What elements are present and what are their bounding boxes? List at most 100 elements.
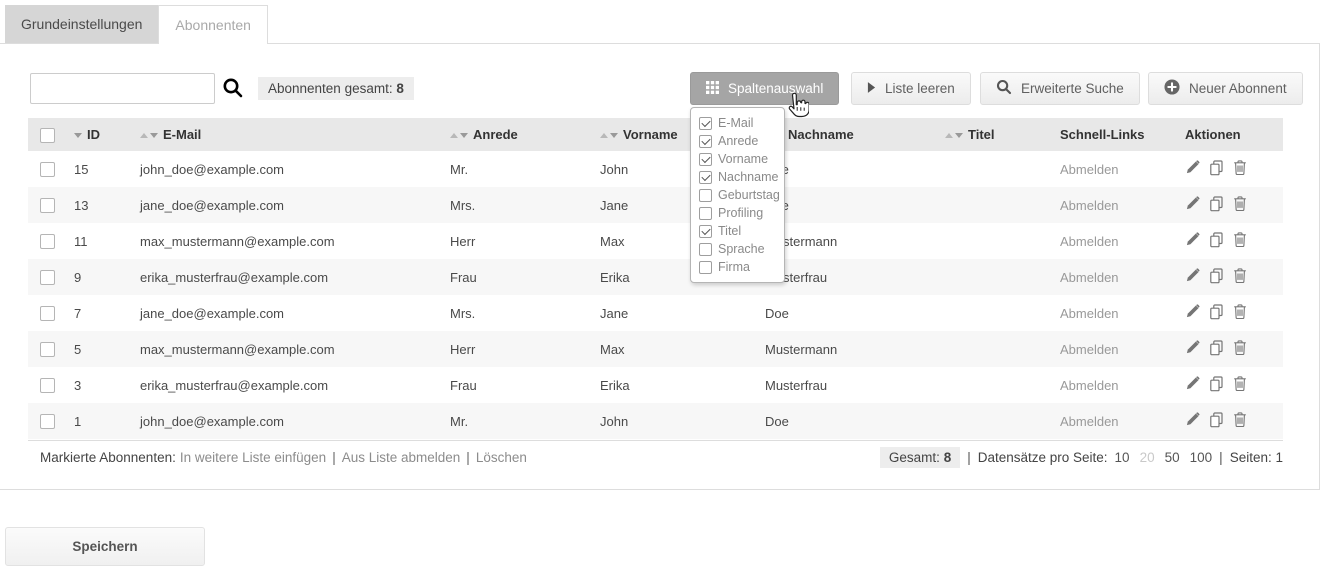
row-anrede: Frau: [438, 259, 588, 295]
abmelden-link[interactable]: Abmelden: [1060, 198, 1119, 213]
copy-icon[interactable]: [1209, 412, 1224, 431]
row-checkbox[interactable]: [40, 270, 55, 285]
abmelden-link[interactable]: Abmelden: [1060, 414, 1119, 429]
row-titel: [933, 331, 1048, 367]
copy-icon[interactable]: [1209, 160, 1224, 179]
spaltenauswahl-button[interactable]: Spaltenauswahl: [690, 72, 839, 105]
edit-icon[interactable]: [1185, 268, 1200, 286]
column-option-sprache[interactable]: Sprache: [691, 240, 784, 258]
row-quick-links: Abmelden: [1048, 403, 1173, 439]
selection-action-link[interactable]: Aus Liste abmelden: [342, 450, 461, 465]
button-label: Spaltenauswahl: [728, 81, 823, 96]
delete-icon[interactable]: [1233, 412, 1247, 431]
delete-icon[interactable]: [1233, 340, 1247, 359]
row-checkbox[interactable]: [40, 234, 55, 249]
row-checkbox[interactable]: [40, 378, 55, 393]
edit-icon[interactable]: [1185, 304, 1200, 322]
liste-leeren-button[interactable]: Liste leeren: [851, 72, 971, 105]
column-header-email[interactable]: E-Mail: [128, 118, 438, 151]
copy-icon[interactable]: [1209, 196, 1224, 215]
copy-icon[interactable]: [1209, 232, 1224, 251]
column-option-titel[interactable]: Titel: [691, 222, 784, 240]
search-input[interactable]: [30, 73, 215, 104]
row-select-cell: [28, 295, 62, 331]
per-page-option[interactable]: 10: [1115, 450, 1130, 465]
select-all-checkbox[interactable]: [40, 128, 55, 143]
edit-icon[interactable]: [1185, 196, 1200, 214]
edit-icon[interactable]: [1185, 232, 1200, 250]
column-option-anrede[interactable]: Anrede: [691, 132, 784, 150]
delete-icon[interactable]: [1233, 196, 1247, 215]
search-icon[interactable]: [222, 77, 244, 102]
abmelden-link[interactable]: Abmelden: [1060, 270, 1119, 285]
row-checkbox[interactable]: [40, 162, 55, 177]
checked-checkbox[interactable]: [699, 225, 712, 238]
selection-action-link[interactable]: Löschen: [476, 450, 527, 465]
copy-icon[interactable]: [1209, 268, 1224, 287]
select-all-header: [28, 118, 62, 151]
separator: |: [332, 450, 336, 465]
column-option-email[interactable]: E-Mail: [691, 114, 784, 132]
delete-icon[interactable]: [1233, 376, 1247, 395]
unchecked-checkbox[interactable]: [699, 261, 712, 274]
row-anrede: Mrs.: [438, 187, 588, 223]
unchecked-checkbox[interactable]: [699, 207, 712, 220]
per-page-option[interactable]: 100: [1190, 450, 1213, 465]
column-option-geburtstag[interactable]: Geburtstag: [691, 186, 784, 204]
row-anrede: Mrs.: [438, 295, 588, 331]
abmelden-link[interactable]: Abmelden: [1060, 342, 1119, 357]
tab-grundeinstellungen[interactable]: Grundeinstellungen: [5, 5, 158, 43]
delete-icon[interactable]: [1233, 160, 1247, 179]
checked-checkbox[interactable]: [699, 171, 712, 184]
erweiterte-suche-button[interactable]: Erweiterte Suche: [980, 72, 1140, 105]
edit-icon[interactable]: [1185, 376, 1200, 394]
selection-action-link[interactable]: In weitere Liste einfügen: [180, 450, 326, 465]
tab-abonnenten[interactable]: Abonnenten: [158, 5, 268, 44]
checked-checkbox[interactable]: [699, 117, 712, 130]
abmelden-link[interactable]: Abmelden: [1060, 162, 1119, 177]
row-titel: [933, 223, 1048, 259]
abmelden-link[interactable]: Abmelden: [1060, 234, 1119, 249]
delete-icon[interactable]: [1233, 304, 1247, 323]
edit-icon[interactable]: [1185, 160, 1200, 178]
delete-icon[interactable]: [1233, 268, 1247, 287]
abmelden-link[interactable]: Abmelden: [1060, 306, 1119, 321]
table-row: 7jane_doe@example.comMrs.JaneDoeAbmelden: [28, 295, 1283, 331]
checked-checkbox[interactable]: [699, 153, 712, 166]
row-select-cell: [28, 223, 62, 259]
column-option-label: Geburtstag: [718, 188, 780, 202]
column-option-vorname[interactable]: Vorname: [691, 150, 784, 168]
row-titel: [933, 187, 1048, 223]
row-titel: [933, 367, 1048, 403]
edit-icon[interactable]: [1185, 412, 1200, 430]
row-checkbox[interactable]: [40, 306, 55, 321]
column-header-anrede[interactable]: Anrede: [438, 118, 588, 151]
delete-icon[interactable]: [1233, 232, 1247, 251]
table-row: 13jane_doe@example.comMrs.JaneDoeAbmelde…: [28, 187, 1283, 223]
unchecked-checkbox[interactable]: [699, 189, 712, 202]
copy-icon[interactable]: [1209, 340, 1224, 359]
unchecked-checkbox[interactable]: [699, 243, 712, 256]
row-checkbox[interactable]: [40, 342, 55, 357]
column-option-profiling[interactable]: Profiling: [691, 204, 784, 222]
per-page-option[interactable]: 50: [1165, 450, 1180, 465]
grid-icon: [706, 81, 719, 97]
edit-icon[interactable]: [1185, 340, 1200, 358]
column-option-nachname[interactable]: Nachname: [691, 168, 784, 186]
save-button[interactable]: Speichern: [5, 527, 205, 566]
row-titel: [933, 295, 1048, 331]
row-quick-links: Abmelden: [1048, 223, 1173, 259]
selection-action-bar: Markierte Abonnenten:In weitere Liste ei…: [40, 450, 527, 465]
column-option-firma[interactable]: Firma: [691, 258, 784, 276]
row-id: 15: [62, 151, 128, 187]
abmelden-link[interactable]: Abmelden: [1060, 378, 1119, 393]
copy-icon[interactable]: [1209, 304, 1224, 323]
checked-checkbox[interactable]: [699, 135, 712, 148]
row-checkbox[interactable]: [40, 198, 55, 213]
column-header-titel[interactable]: Titel: [933, 118, 1048, 151]
row-checkbox[interactable]: [40, 414, 55, 429]
column-header-id[interactable]: ID: [62, 118, 128, 151]
neuer-abonnent-button[interactable]: Neuer Abonnent: [1148, 72, 1303, 105]
button-label: Erweiterte Suche: [1021, 81, 1124, 96]
copy-icon[interactable]: [1209, 376, 1224, 395]
